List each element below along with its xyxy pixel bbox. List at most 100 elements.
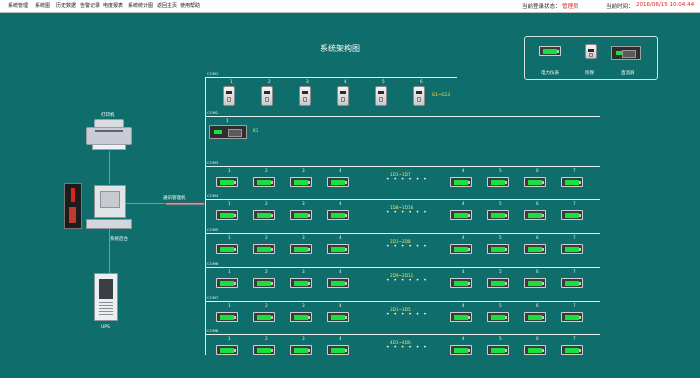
device-number: 2 xyxy=(265,235,268,240)
meter-device[interactable] xyxy=(290,177,312,187)
legend-relay-icon xyxy=(585,44,597,59)
meter-device[interactable] xyxy=(487,312,509,322)
meter-device[interactable] xyxy=(253,312,275,322)
meter-device[interactable] xyxy=(561,312,583,322)
menu-system-management[interactable]: 系统管理 xyxy=(8,2,28,9)
meter-device[interactable] xyxy=(253,278,275,288)
meter-device[interactable] xyxy=(450,278,472,288)
device-number: 1 xyxy=(228,201,231,206)
menu-history-data[interactable]: 历史数据 xyxy=(56,2,76,9)
continuation-dots: • • • • • • xyxy=(386,311,428,318)
device-number: 6 xyxy=(536,303,539,308)
meter-device[interactable] xyxy=(290,345,312,355)
meter-device[interactable] xyxy=(216,345,238,355)
meter-device[interactable] xyxy=(290,210,312,220)
meter-device[interactable] xyxy=(524,312,546,322)
meter-device[interactable] xyxy=(524,278,546,288)
legend-relay-label: 综保 xyxy=(585,71,594,76)
meter-device[interactable] xyxy=(290,244,312,254)
relay-device[interactable] xyxy=(413,86,425,106)
relay-device[interactable] xyxy=(337,86,349,106)
meter-device[interactable] xyxy=(524,345,546,355)
device-number: 2 xyxy=(265,168,268,173)
page-title: 系统架构图 xyxy=(320,44,360,53)
meter-device[interactable] xyxy=(487,177,509,187)
login-status-label: 当前登录状态： xyxy=(522,4,561,10)
meter-device[interactable] xyxy=(450,177,472,187)
device-number: 6 xyxy=(536,269,539,274)
device-number: 4 xyxy=(339,303,342,308)
meter-device[interactable] xyxy=(487,210,509,220)
meter-device[interactable] xyxy=(290,312,312,322)
device-number: 1 xyxy=(228,235,231,240)
menu-help[interactable]: 使用帮助 xyxy=(180,2,200,9)
meter-device[interactable] xyxy=(327,210,349,220)
bus-line xyxy=(205,116,600,117)
device-number: 5 xyxy=(499,201,502,206)
menu-system-diagram[interactable]: 系统图 xyxy=(35,2,50,9)
device-number: 7 xyxy=(573,201,576,206)
meter-device[interactable] xyxy=(561,177,583,187)
meter-device[interactable] xyxy=(561,210,583,220)
meter-device[interactable] xyxy=(327,312,349,322)
host-ups-link xyxy=(109,229,110,274)
meter-device[interactable] xyxy=(327,177,349,187)
relay-device[interactable] xyxy=(261,86,273,106)
relay-device[interactable] xyxy=(299,86,311,106)
meter-device[interactable] xyxy=(216,244,238,254)
meter-device[interactable] xyxy=(327,345,349,355)
meter-device[interactable] xyxy=(561,345,583,355)
time-label: 当前时间： xyxy=(606,4,634,10)
meter-device[interactable] xyxy=(487,244,509,254)
meter-device[interactable] xyxy=(487,278,509,288)
menu-home[interactable]: 返回主页 xyxy=(157,2,177,9)
meter-device[interactable] xyxy=(216,312,238,322)
dc-panel-device[interactable] xyxy=(209,125,247,139)
host-label: 系统后台 xyxy=(110,237,128,242)
device-number: 2 xyxy=(265,336,268,341)
host-gateway-link xyxy=(126,203,165,204)
bus-label: COM7 xyxy=(207,295,219,300)
meter-device[interactable] xyxy=(327,244,349,254)
relay-device[interactable] xyxy=(375,86,387,106)
bus-line xyxy=(205,334,600,335)
meter-device[interactable] xyxy=(253,345,275,355)
device-number: 7 xyxy=(573,168,576,173)
meter-device[interactable] xyxy=(450,345,472,355)
meter-device[interactable] xyxy=(450,210,472,220)
meter-device[interactable] xyxy=(253,177,275,187)
meter-device[interactable] xyxy=(524,177,546,187)
meter-device[interactable] xyxy=(327,278,349,288)
meter-device[interactable] xyxy=(524,244,546,254)
meter-device[interactable] xyxy=(561,244,583,254)
meter-device[interactable] xyxy=(524,210,546,220)
device-number: 3 xyxy=(302,168,305,173)
menu-alarm-records[interactable]: 告警记录 xyxy=(80,2,100,9)
device-number: 6 xyxy=(420,79,423,84)
legend-dc-icon xyxy=(611,46,641,60)
device-number: 1 xyxy=(228,168,231,173)
meter-device[interactable] xyxy=(216,177,238,187)
device-number: 4 xyxy=(344,79,347,84)
menu-statistics-chart[interactable]: 系统统计图 xyxy=(128,2,153,9)
device-number: 3 xyxy=(302,235,305,240)
printer-label: 打印机 xyxy=(101,113,115,118)
meter-device[interactable] xyxy=(290,278,312,288)
device-number: 3 xyxy=(302,269,305,274)
meter-device[interactable] xyxy=(450,244,472,254)
menu-energy-report[interactable]: 电度报表 xyxy=(103,2,123,9)
device-number: 2 xyxy=(265,201,268,206)
meter-device[interactable] xyxy=(487,345,509,355)
meter-device[interactable] xyxy=(216,278,238,288)
meter-device[interactable] xyxy=(561,278,583,288)
gateway-label: 通讯管理机 xyxy=(163,196,186,201)
meter-device[interactable] xyxy=(253,210,275,220)
device-number: 2 xyxy=(265,269,268,274)
device-number: 3 xyxy=(306,79,309,84)
meter-device[interactable] xyxy=(450,312,472,322)
meter-device[interactable] xyxy=(216,210,238,220)
meter-device[interactable] xyxy=(253,244,275,254)
device-number: 4 xyxy=(339,201,342,206)
relay-device[interactable] xyxy=(223,86,235,106)
device-number: 4 xyxy=(462,303,465,308)
